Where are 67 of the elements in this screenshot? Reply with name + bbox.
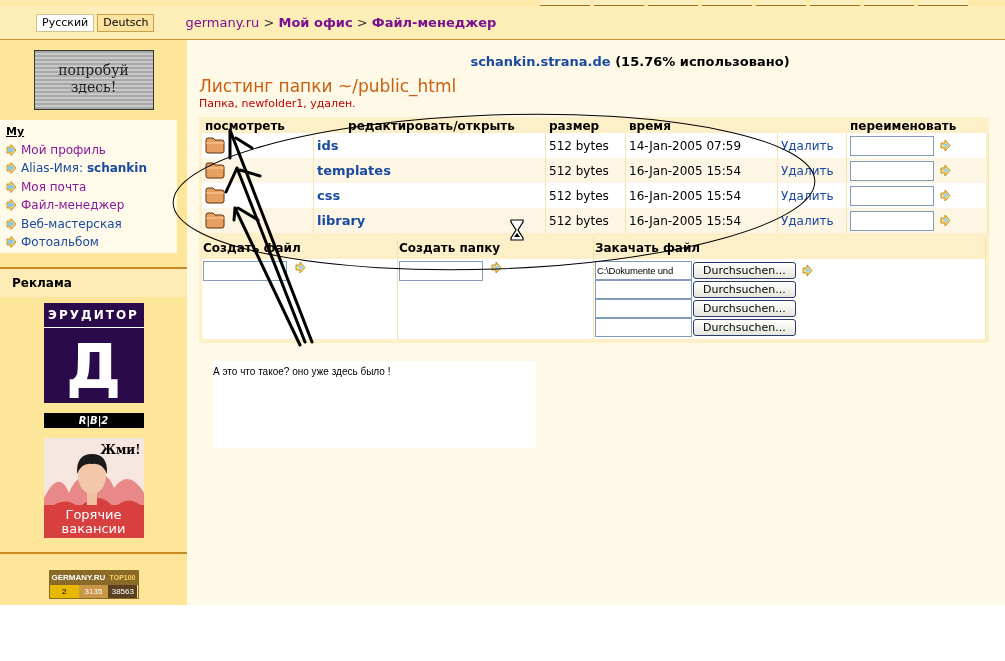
- comment-text: А это что такое? оно уже здесь было !: [213, 366, 391, 377]
- rename-field[interactable]: [850, 160, 934, 181]
- folder-icon[interactable]: [205, 187, 225, 204]
- table-cell-text: 512 bytes: [549, 212, 609, 230]
- breadcrumb-separator: >: [263, 14, 275, 30]
- column-header: посмотреть: [205, 118, 285, 135]
- table-cell-text: 512 bytes: [549, 187, 609, 205]
- sidebar-link[interactable]: Файл-менеджер: [21, 196, 125, 215]
- column-header: размер: [549, 118, 600, 135]
- rename-field[interactable]: [850, 135, 934, 156]
- file-path-field[interactable]: [595, 299, 692, 318]
- rb2-banner[interactable]: R|B|2: [43, 413, 144, 428]
- language-button[interactable]: Deutsch: [97, 13, 155, 32]
- page-heading: Листинг папки ~/public_html: [199, 75, 458, 96]
- arrow-icon: [6, 180, 17, 193]
- quota-usage: (15.76% использовано): [615, 54, 790, 69]
- column-header: редактировать/открыть: [348, 118, 515, 135]
- table-cell-text: 16-Jan-2005 15:54: [629, 162, 742, 180]
- sidebar-link[interactable]: Alias-Имя: schankin: [21, 159, 147, 178]
- browse-button[interactable]: Durchsuchen...: [693, 300, 796, 317]
- browse-button[interactable]: Durchsuchen...: [693, 262, 796, 279]
- ads-title: Реклама: [0, 269, 187, 297]
- file-link[interactable]: ids: [317, 135, 339, 156]
- browse-button[interactable]: Durchsuchen...: [693, 319, 796, 336]
- delete-link[interactable]: Удалить: [781, 136, 834, 155]
- arrow-icon: [6, 236, 17, 249]
- breadcrumb-separator: >: [356, 14, 368, 30]
- arrow-icon: [6, 199, 17, 212]
- breadcrumb-link[interactable]: Мой офис: [278, 14, 353, 30]
- hourglass-icon: [510, 219, 524, 241]
- sidebar-link[interactable]: Мой профиль: [21, 140, 106, 159]
- breadcrumb-link[interactable]: Файл-менеджер: [371, 14, 497, 30]
- file-link[interactable]: templates: [317, 160, 391, 181]
- file-path-field[interactable]: [595, 318, 692, 337]
- table-cell-text: 16-Jan-2005 15:54: [629, 212, 742, 230]
- form-label: Создать папку: [399, 240, 501, 257]
- arrow-icon: [6, 217, 17, 230]
- rename-field[interactable]: [850, 185, 934, 206]
- sidebar-link[interactable]: Моя почта: [21, 177, 87, 196]
- file-path-field[interactable]: C:\Dokumente und: [595, 261, 692, 280]
- column-header: время: [629, 118, 671, 135]
- sidebar-link[interactable]: Веб-мастерская: [21, 214, 122, 233]
- status-message: Папка, newfolder1, удален.: [199, 96, 356, 112]
- folder-icon[interactable]: [205, 137, 225, 154]
- arrow-icon: [6, 162, 17, 175]
- name-field[interactable]: [399, 261, 483, 281]
- arrow-icon: [6, 143, 17, 156]
- column-header: переименовать: [850, 118, 957, 135]
- table-cell-text: 512 bytes: [549, 162, 609, 180]
- file-link[interactable]: css: [317, 185, 341, 206]
- table-cell-text: 512 bytes: [549, 137, 609, 155]
- folder-icon[interactable]: [205, 162, 225, 179]
- file-path-field[interactable]: [595, 280, 692, 299]
- site-link[interactable]: schankin.strana.de: [470, 54, 611, 69]
- arrow-icon[interactable]: [491, 261, 502, 274]
- erudit-banner[interactable]: ЭРУДИТОР Д: [43, 303, 144, 403]
- browse-button[interactable]: Durchsuchen...: [693, 281, 796, 298]
- table-cell-text: 16-Jan-2005 15:54: [629, 187, 742, 205]
- rename-field[interactable]: [850, 210, 934, 231]
- breadcrumb-link[interactable]: germany.ru: [185, 14, 260, 30]
- promo-banner[interactable]: попробуй здесь!: [33, 50, 154, 110]
- sidebar-link[interactable]: Фотоальбом: [21, 233, 99, 252]
- file-link[interactable]: library: [317, 210, 366, 231]
- table-cell-text: 14-Jan-2005 07:59: [629, 137, 742, 155]
- language-button[interactable]: Русский: [36, 13, 95, 32]
- menu-title: My: [6, 124, 26, 140]
- delete-link[interactable]: Удалить: [781, 211, 834, 230]
